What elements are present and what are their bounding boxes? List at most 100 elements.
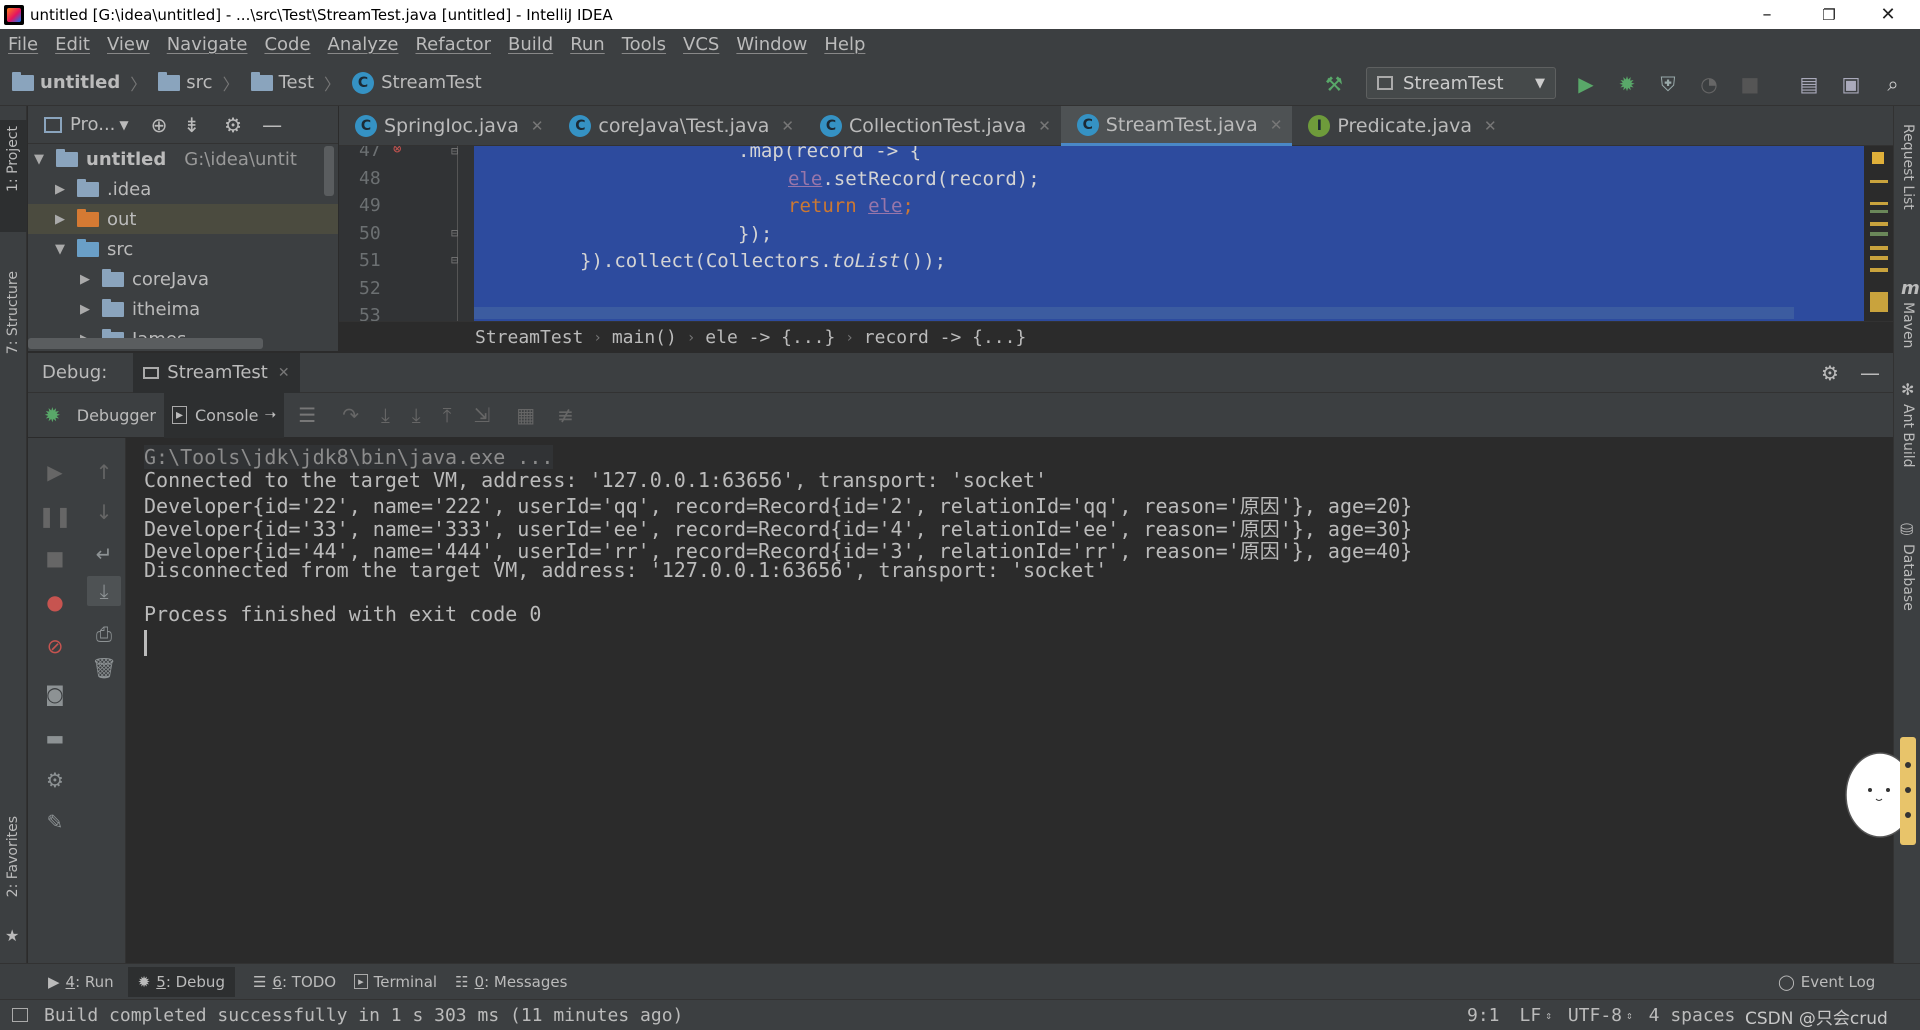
collapse-all-icon[interactable]: ⇟	[183, 113, 200, 137]
breakpoint-error-icon[interactable]: ⊗	[393, 146, 401, 157]
pause-icon[interactable]: ❚❚	[38, 504, 72, 528]
close-tab-icon[interactable]: ✕	[1484, 117, 1497, 135]
close-tab-icon[interactable]: ✕	[781, 117, 794, 135]
view-breakpoints-icon[interactable]: ●	[43, 590, 67, 614]
resume-icon[interactable]: ▶	[43, 460, 67, 484]
breadcrumb-class[interactable]: StreamTest	[475, 327, 583, 348]
maven-tool[interactable]: Maven	[1900, 302, 1916, 348]
tree-item-corejava[interactable]: ▶ coreJava	[28, 264, 338, 294]
minimize-button[interactable]: –	[1739, 0, 1795, 29]
stripe-marker[interactable]	[1870, 246, 1888, 250]
close-tab-icon[interactable]: ✕	[1270, 116, 1283, 134]
stripe-marker[interactable]	[1870, 256, 1888, 260]
vertical-scrollbar[interactable]	[324, 146, 334, 196]
request-list-tool[interactable]: Request List	[1900, 124, 1916, 210]
mute-breakpoints-icon[interactable]: ⊘	[43, 634, 67, 658]
tool-messages[interactable]: ☷ 0: Messages	[455, 973, 567, 991]
breadcrumb-lambda[interactable]: record -> {...}	[864, 327, 1027, 348]
up-arrow-icon[interactable]: ↑	[92, 460, 116, 484]
tool-terminal[interactable]: ▸ Terminal	[354, 973, 437, 991]
step-over-icon[interactable]: ↷	[342, 403, 359, 427]
menu-file[interactable]: File	[8, 34, 38, 55]
gear-icon[interactable]: ⚙	[1821, 361, 1839, 385]
menu-navigate[interactable]: Navigate	[167, 34, 248, 55]
nav-crumb-src[interactable]: src 〉	[158, 71, 239, 95]
stripe-marker[interactable]	[1870, 222, 1888, 226]
tree-item-src[interactable]: ▼ src	[28, 234, 338, 264]
project-view-select[interactable]: Pro...	[70, 114, 115, 135]
tab-console[interactable]: ▸ Console ➝	[163, 392, 285, 438]
structure-tool-label[interactable]: 7: Structure	[5, 271, 21, 354]
scroll-to-end-toggle[interactable]: ⤓	[87, 576, 121, 606]
menu-analyze[interactable]: Analyze	[328, 34, 399, 55]
force-step-into-icon[interactable]: ⤓	[412, 403, 421, 427]
menu-edit[interactable]: Edit	[55, 34, 90, 55]
menu-run[interactable]: Run	[570, 34, 605, 55]
tab-corejava-test[interactable]: C coreJava\Test.java ✕	[553, 106, 804, 146]
close-button[interactable]: ✕	[1860, 0, 1916, 29]
close-tab-icon[interactable]: ✕	[278, 365, 290, 381]
project-tool-tab[interactable]: 1: Project	[0, 120, 27, 232]
line-separator[interactable]: LF	[1520, 1005, 1542, 1026]
maximize-button[interactable]: ❐	[1801, 0, 1857, 29]
menu-refactor[interactable]: Refactor	[415, 34, 491, 55]
stripe-marker[interactable]	[1870, 202, 1888, 205]
menu-help[interactable]: Help	[824, 34, 865, 55]
stripe-marker[interactable]	[1870, 180, 1888, 183]
tree-collapsed-icon[interactable]: ▶	[78, 272, 92, 287]
stop-icon[interactable]: ■	[43, 546, 67, 570]
ant-build-tool[interactable]: Ant Build	[1900, 404, 1916, 468]
nav-crumb-class[interactable]: C StreamTest	[352, 71, 482, 94]
indent-setting[interactable]: 4 spaces	[1649, 1005, 1736, 1026]
menu-build[interactable]: Build	[508, 34, 553, 55]
menu-view[interactable]: View	[107, 34, 150, 55]
stop-icon[interactable]: ■	[1738, 72, 1762, 96]
run-to-cursor-icon[interactable]: ⇲	[473, 403, 490, 427]
menu-vcs[interactable]: VCS	[683, 34, 719, 55]
trace-icon[interactable]: ≢	[557, 403, 574, 427]
editor-hscrollbar[interactable]	[474, 307, 1794, 319]
build-hammer-icon[interactable]: ⚒	[1322, 72, 1346, 96]
debug-bug-icon[interactable]: ✹	[1615, 72, 1639, 96]
run-config-select[interactable]: StreamTest ▼	[1366, 67, 1556, 99]
tree-collapsed-icon[interactable]: ▶	[53, 182, 67, 197]
down-arrow-icon[interactable]: ↓	[92, 500, 116, 524]
caret-position[interactable]: 9:1	[1467, 1005, 1500, 1026]
fold-marker-icon[interactable]: ⊟	[451, 253, 458, 267]
tree-collapsed-icon[interactable]: ▶	[78, 302, 92, 317]
stripe-marker[interactable]	[1870, 210, 1888, 213]
database-tool[interactable]: Database	[1900, 544, 1916, 611]
file-encoding[interactable]: UTF-8	[1568, 1005, 1622, 1026]
hide-panel-icon[interactable]: —	[1860, 361, 1880, 385]
layout-icon[interactable]: ▬	[43, 726, 67, 750]
soft-wrap-icon[interactable]: ↵	[92, 542, 116, 566]
nav-crumb-test[interactable]: Test 〉	[250, 71, 340, 95]
warning-marker[interactable]	[1872, 152, 1884, 164]
breadcrumb-method[interactable]: main()	[612, 327, 677, 348]
tree-item-out[interactable]: ▶ out	[28, 204, 338, 234]
step-into-icon[interactable]: ⤓	[381, 403, 390, 427]
tool-run[interactable]: ▶ 4: Run	[48, 973, 114, 991]
tree-expanded-icon[interactable]: ▼	[53, 242, 67, 257]
stripe-marker[interactable]	[1870, 268, 1888, 272]
project-structure-icon[interactable]: ▤	[1797, 72, 1821, 96]
nav-crumb-project[interactable]: untitled 〉	[12, 71, 146, 95]
tree-item-idea[interactable]: ▶ .idea	[28, 174, 338, 204]
locate-crosshair-icon[interactable]: ⊕	[151, 113, 168, 137]
gear-icon[interactable]: ⚙	[224, 113, 242, 137]
gear-icon[interactable]: ⚙	[43, 768, 67, 792]
print-icon[interactable]: ⎙	[92, 622, 116, 646]
frames-icon[interactable]: ☰	[298, 403, 316, 427]
tree-collapsed-icon[interactable]: ▶	[53, 212, 67, 227]
hide-panel-icon[interactable]: —	[262, 113, 282, 137]
profile-icon[interactable]: ◔	[1697, 72, 1721, 96]
console-output[interactable]: G:\Tools\jdk\jdk8\bin\java.exe ... Conne…	[126, 438, 1893, 963]
fold-marker-icon[interactable]: ⊟	[451, 226, 458, 240]
tab-predicate[interactable]: I Predicate.java ✕	[1292, 106, 1506, 146]
menu-window[interactable]: Window	[736, 34, 807, 55]
stripe-marker[interactable]	[1870, 292, 1888, 312]
evaluate-icon[interactable]: ▦	[516, 403, 535, 427]
tab-debugger[interactable]: Debugger	[77, 406, 156, 425]
terminal-window-icon[interactable]: ▣	[1839, 72, 1863, 96]
tab-collectiontest[interactable]: C CollectionTest.java ✕	[804, 106, 1061, 146]
